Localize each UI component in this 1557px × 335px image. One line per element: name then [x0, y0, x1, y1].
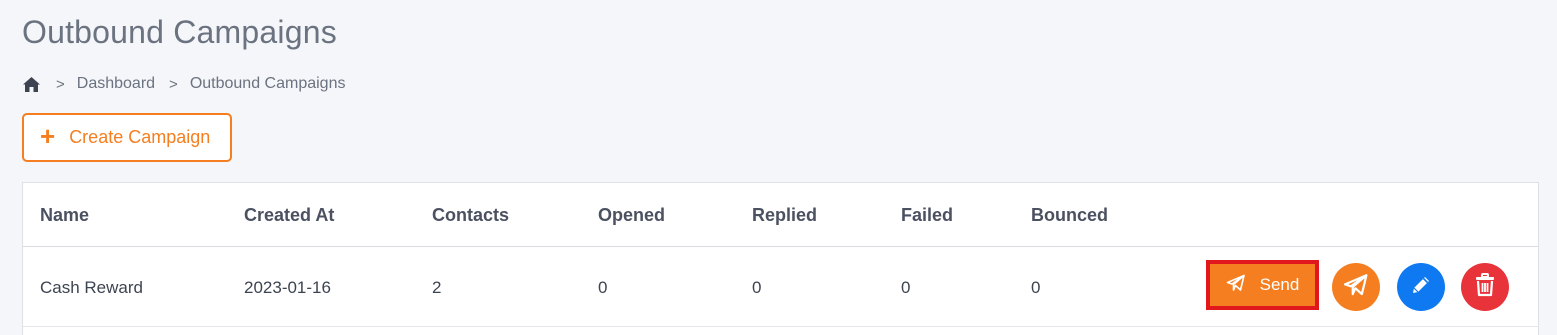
breadcrumb-dashboard[interactable]: Dashboard	[77, 75, 155, 93]
campaigns-table: Name Created At Contacts Opened Replied …	[22, 182, 1539, 335]
send-campaign-icon-button[interactable]	[1332, 263, 1380, 311]
table-row: Cash Reward 2023-01-16 2 0 0 0 0 Send	[23, 247, 1538, 327]
paper-plane-icon	[1343, 273, 1369, 302]
send-button[interactable]: Send	[1206, 260, 1319, 310]
send-label: Send	[1259, 275, 1300, 294]
column-header-failed[interactable]: Failed	[901, 205, 953, 226]
outbound-campaigns-page: Outbound Campaigns > Dashboard > Outboun…	[0, 0, 1557, 335]
cell-bounced: 0	[1031, 278, 1041, 297]
column-header-contacts[interactable]: Contacts	[432, 205, 509, 226]
cell-created-at: 2023-01-16	[244, 278, 331, 297]
column-header-name[interactable]: Name	[40, 205, 89, 226]
home-icon[interactable]	[22, 74, 42, 94]
edit-campaign-button[interactable]	[1397, 263, 1445, 311]
create-campaign-label: Create Campaign	[69, 127, 211, 147]
delete-campaign-button[interactable]	[1461, 263, 1509, 311]
breadcrumb-separator: >	[56, 75, 65, 93]
cell-failed: 0	[901, 278, 911, 297]
column-header-opened[interactable]: Opened	[598, 205, 665, 226]
cell-contacts: 2	[432, 278, 442, 297]
breadcrumb-separator: >	[169, 75, 178, 93]
breadcrumb-current: Outbound Campaigns	[189, 75, 346, 92]
table-header: Name Created At Contacts Opened Replied …	[23, 183, 1538, 247]
trash-icon	[1475, 272, 1495, 302]
cell-name: Cash Reward	[40, 278, 143, 297]
create-campaign-button[interactable]: + Create Campaign	[22, 113, 232, 162]
column-header-bounced[interactable]: Bounced	[1031, 205, 1108, 226]
plus-icon: +	[40, 121, 56, 151]
pencil-icon	[1409, 273, 1433, 302]
cell-replied: 0	[752, 278, 762, 297]
column-header-replied[interactable]: Replied	[752, 205, 817, 226]
paper-plane-icon	[1226, 274, 1246, 297]
breadcrumb: > Dashboard > Outbound Campaigns	[22, 72, 345, 96]
column-header-created-at[interactable]: Created At	[244, 205, 334, 226]
page-title: Outbound Campaigns	[22, 14, 337, 50]
cell-opened: 0	[598, 278, 608, 297]
